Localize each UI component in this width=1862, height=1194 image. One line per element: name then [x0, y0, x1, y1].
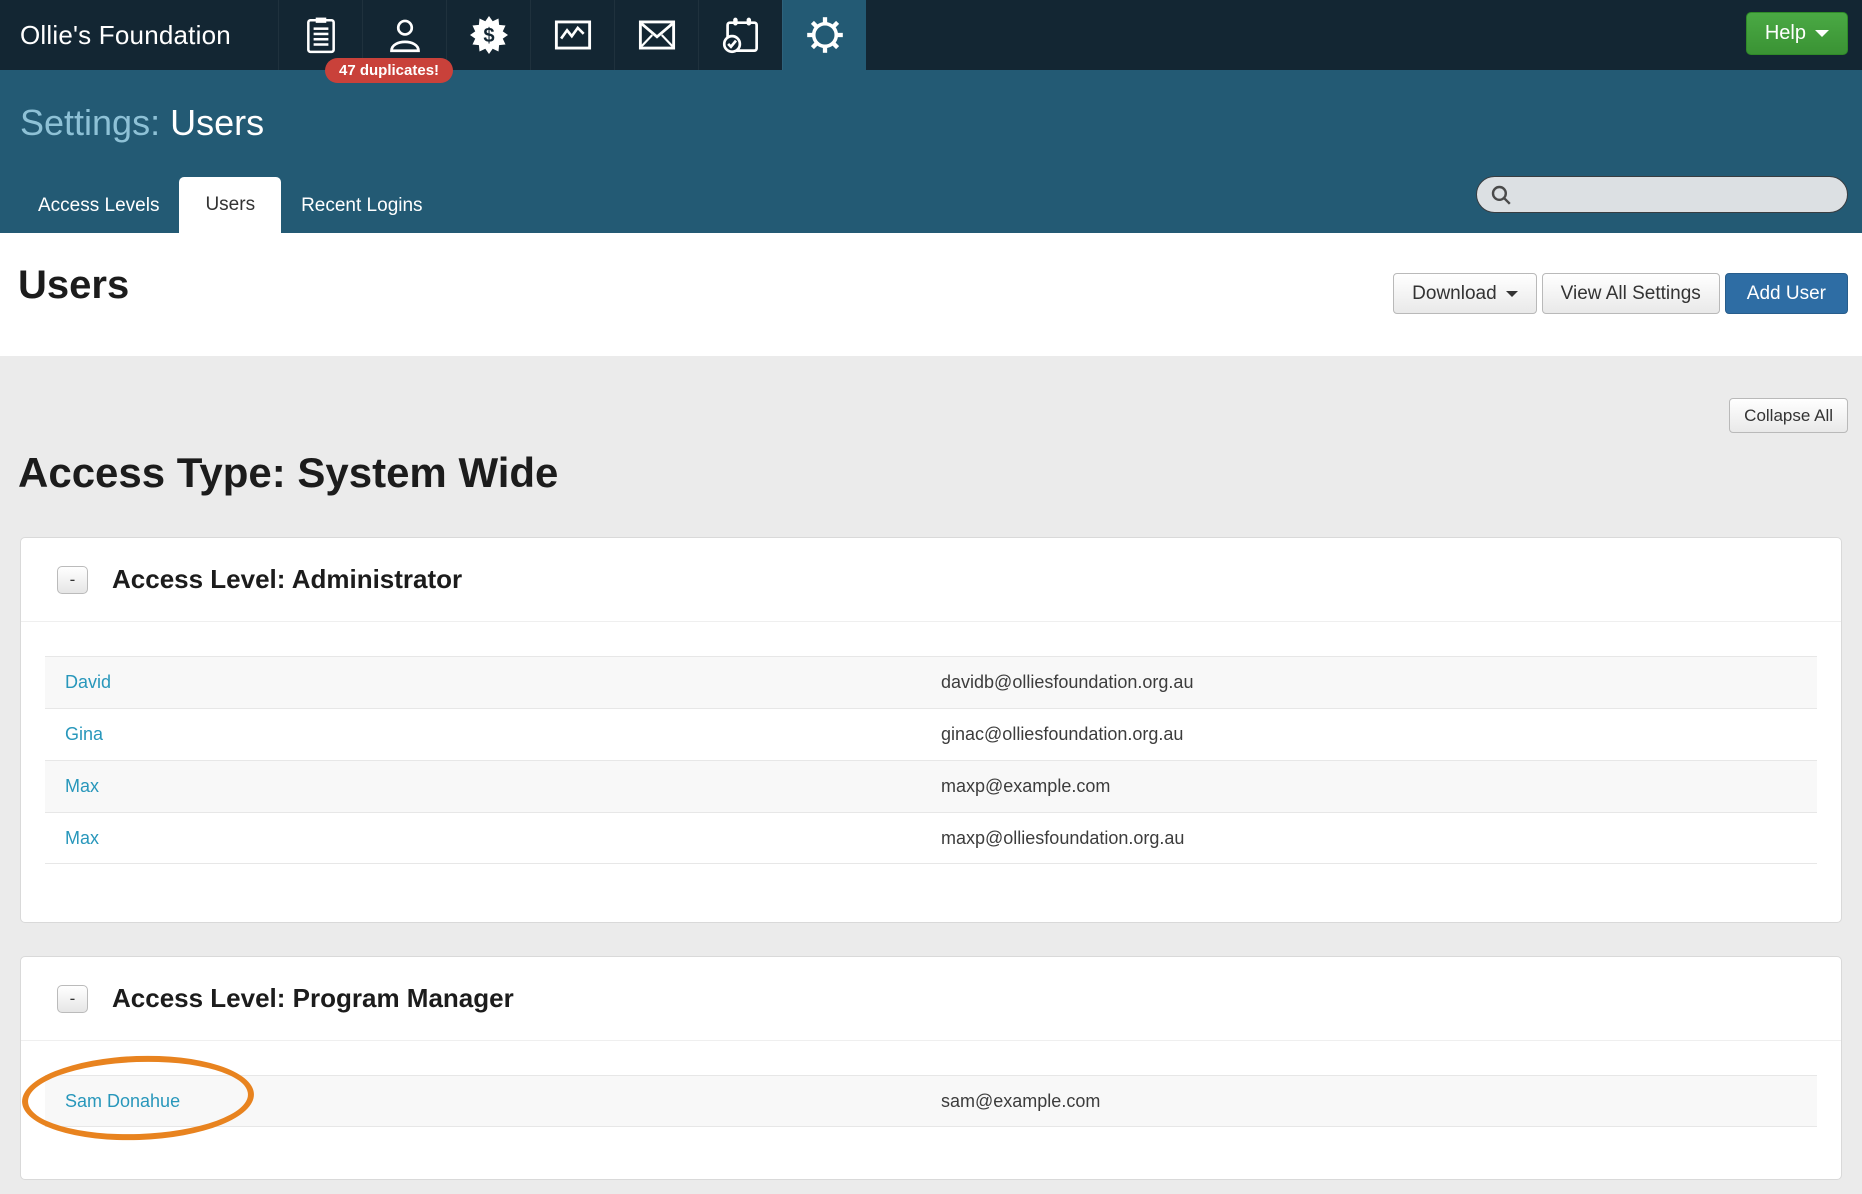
- top-navbar: Ollie's Foundation $: [0, 0, 1862, 70]
- nav-item-tasks[interactable]: [698, 0, 782, 70]
- search-input[interactable]: [1521, 185, 1821, 205]
- collapse-row: Collapse All: [0, 356, 1862, 433]
- table-row: Sam Donahue sam@example.com: [45, 1075, 1817, 1127]
- users-title-band: Users Download View All Settings Add Use…: [0, 233, 1862, 356]
- access-level-heading: Access Level: Program Manager: [112, 983, 514, 1014]
- users-actions: Download View All Settings Add User: [1393, 273, 1848, 314]
- user-list: David davidb@olliesfoundation.org.au Gin…: [45, 656, 1817, 864]
- user-link[interactable]: Max: [65, 776, 941, 797]
- add-user-label: Add User: [1747, 283, 1826, 305]
- user-email: sam@example.com: [941, 1091, 1817, 1112]
- help-button-label: Help: [1765, 22, 1806, 45]
- download-button[interactable]: Download: [1393, 273, 1537, 314]
- settings-title-current: Users: [170, 102, 264, 143]
- duplicates-badge[interactable]: 47 duplicates!: [325, 58, 453, 83]
- view-all-settings-button[interactable]: View All Settings: [1542, 273, 1720, 314]
- users-content: Collapse All Access Type: System Wide - …: [0, 356, 1862, 1180]
- panel-header: - Access Level: Administrator: [21, 538, 1841, 622]
- add-user-button[interactable]: Add User: [1725, 273, 1848, 314]
- clipboard-icon: [304, 16, 338, 54]
- tab-access-levels[interactable]: Access Levels: [18, 179, 179, 233]
- download-button-label: Download: [1412, 283, 1497, 305]
- search-box: [1476, 176, 1848, 213]
- collapse-toggle-button[interactable]: -: [57, 985, 88, 1013]
- gear-icon: [806, 16, 844, 54]
- calendar-check-icon: [722, 16, 760, 54]
- table-row: Gina ginac@olliesfoundation.org.au: [45, 708, 1817, 760]
- caret-down-icon: [1506, 291, 1518, 297]
- access-level-heading: Access Level: Administrator: [112, 564, 462, 595]
- nav-item-mail[interactable]: [614, 0, 698, 70]
- mail-icon: [638, 19, 676, 51]
- nav-item-reports[interactable]: [530, 0, 614, 70]
- user-link[interactable]: David: [65, 672, 941, 693]
- table-row: Max maxp@olliesfoundation.org.au: [45, 812, 1817, 864]
- svg-text:$: $: [483, 25, 494, 47]
- table-row: Max maxp@example.com: [45, 760, 1817, 812]
- table-row: David davidb@olliesfoundation.org.au: [45, 656, 1817, 708]
- view-all-settings-label: View All Settings: [1561, 283, 1701, 305]
- person-icon: [387, 17, 423, 53]
- users-heading: Users: [18, 263, 129, 308]
- nav-item-settings[interactable]: [782, 0, 866, 70]
- access-level-panel-administrator: - Access Level: Administrator David davi…: [20, 537, 1842, 923]
- collapse-toggle-button[interactable]: -: [57, 566, 88, 594]
- brand: Ollie's Foundation: [0, 0, 278, 70]
- help-button[interactable]: Help: [1746, 12, 1848, 55]
- search-icon: [1489, 183, 1513, 207]
- user-link-sam-donahue[interactable]: Sam Donahue: [65, 1091, 941, 1112]
- access-level-panel-program-manager: - Access Level: Program Manager Sam Dona…: [20, 956, 1842, 1180]
- dollar-seal-icon: $: [470, 16, 508, 54]
- user-list: Sam Donahue sam@example.com: [45, 1075, 1817, 1127]
- chart-icon: [554, 18, 592, 52]
- settings-title-prefix: Settings:: [20, 102, 160, 143]
- caret-down-icon: [1815, 30, 1829, 37]
- user-email: maxp@example.com: [941, 776, 1817, 797]
- user-email: ginac@olliesfoundation.org.au: [941, 724, 1817, 745]
- page: Ollie's Foundation $: [0, 0, 1862, 1194]
- access-type-heading: Access Type: System Wide: [18, 449, 1862, 497]
- tab-recent-logins[interactable]: Recent Logins: [281, 179, 442, 233]
- user-link[interactable]: Max: [65, 828, 941, 849]
- user-email: maxp@olliesfoundation.org.au: [941, 828, 1817, 849]
- nav-item-donations[interactable]: $: [446, 0, 530, 70]
- user-link[interactable]: Gina: [65, 724, 941, 745]
- settings-page-title: Settings: Users: [20, 102, 264, 144]
- user-email: davidb@olliesfoundation.org.au: [941, 672, 1817, 693]
- tab-users[interactable]: Users: [179, 177, 281, 233]
- panel-header: - Access Level: Program Manager: [21, 957, 1841, 1041]
- settings-subheader: Settings: Users Access Levels Users Rece…: [0, 70, 1862, 233]
- collapse-all-button[interactable]: Collapse All: [1729, 398, 1848, 433]
